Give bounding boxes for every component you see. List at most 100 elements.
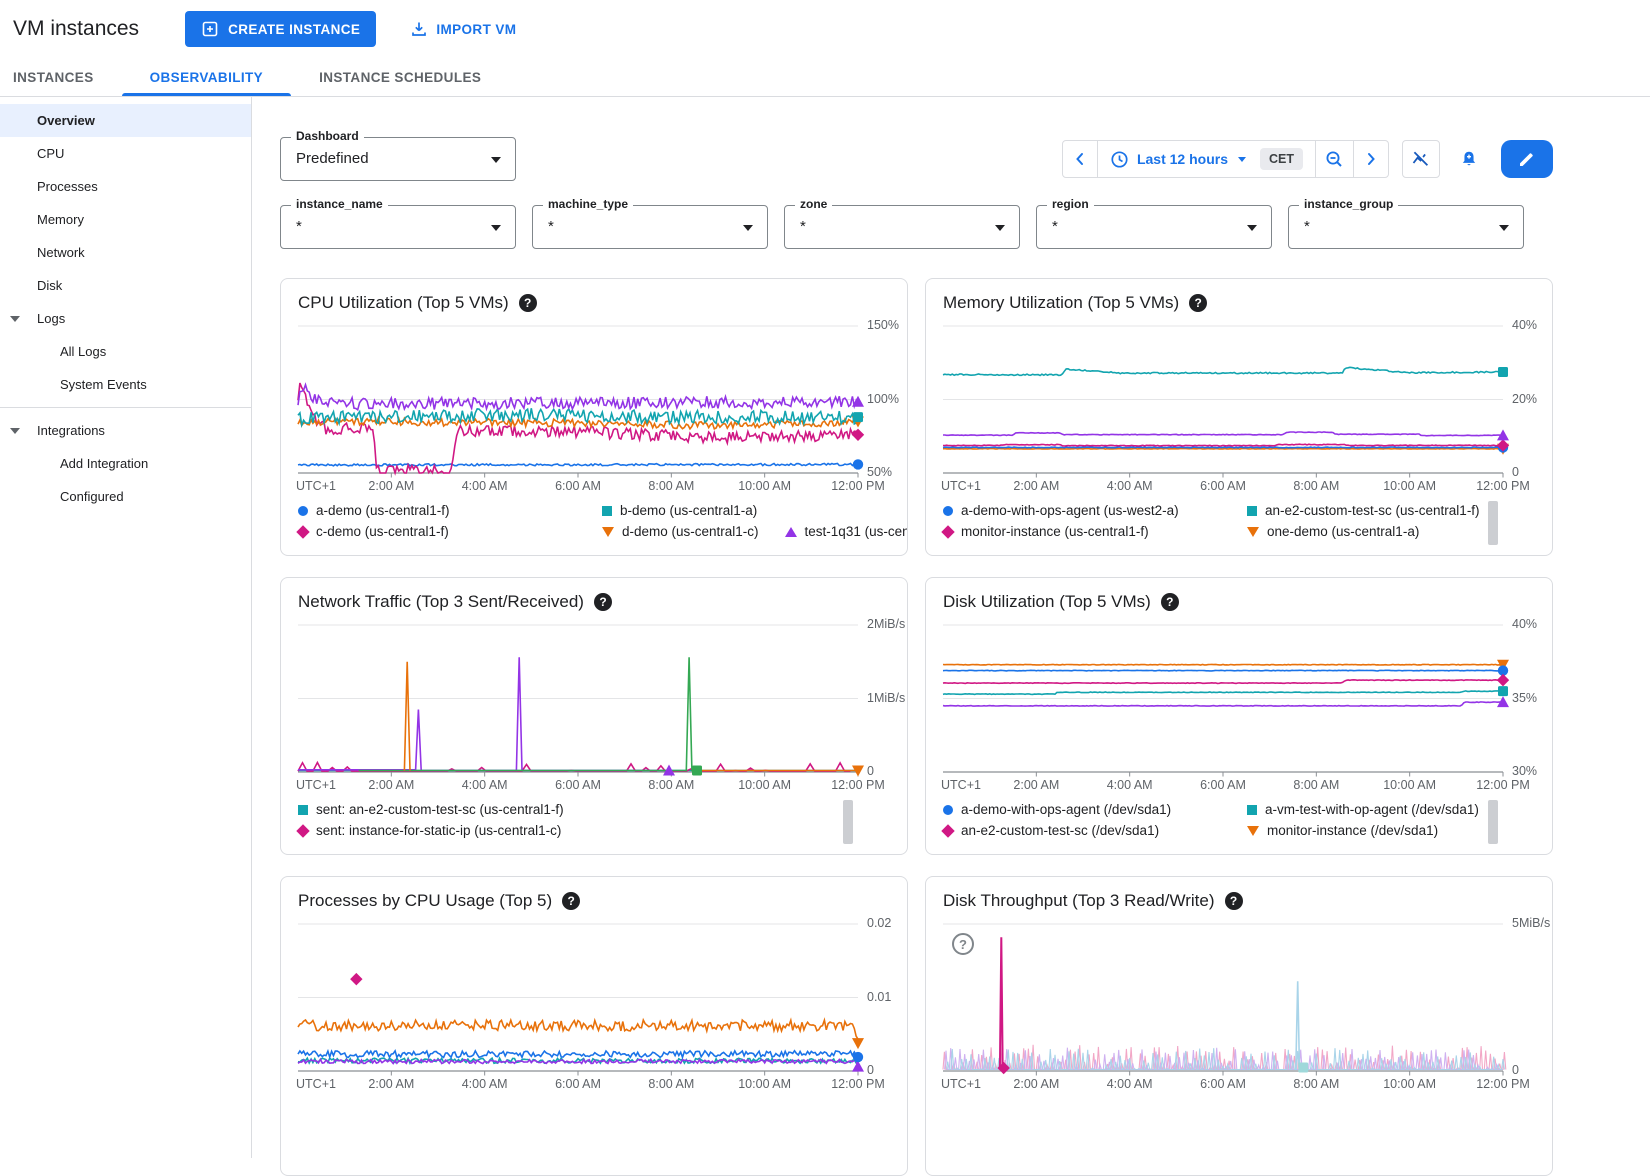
- sidebar-item-logs[interactable]: Logs: [0, 302, 251, 335]
- sidebar-item-overview[interactable]: Overview: [0, 104, 251, 137]
- plot-svg[interactable]: [941, 618, 1519, 782]
- help-icon[interactable]: ?: [562, 892, 580, 910]
- y-axis-label: 0: [867, 764, 874, 778]
- legend-item[interactable]: a-demo-with-ops-agent (us-west2-a): [943, 503, 1221, 518]
- filter-select-region[interactable]: region*: [1036, 205, 1272, 249]
- sidebar-item-label: Processes: [37, 179, 98, 194]
- tab-instance-schedules[interactable]: INSTANCE SCHEDULES: [291, 58, 509, 96]
- chart-title: Memory Utilization (Top 5 VMs): [943, 293, 1179, 313]
- time-range-button[interactable]: Last 12 hours CET: [1098, 141, 1316, 177]
- plot-svg[interactable]: [941, 917, 1519, 1081]
- sidebar-item-network[interactable]: Network: [0, 236, 251, 269]
- triangle-up-marker-icon: [852, 1061, 864, 1072]
- import-vm-button[interactable]: IMPORT VM: [404, 19, 522, 39]
- help-icon[interactable]: ?: [519, 294, 537, 312]
- legend-item[interactable]: sent: instance-for-static-ip (us-central…: [298, 823, 576, 838]
- legend-item[interactable]: monitor-instance (us-central1-f): [943, 524, 1221, 539]
- x-axis-label: 8:00 AM: [1274, 778, 1358, 792]
- legend-scrollbar[interactable]: [1488, 501, 1498, 545]
- legend-label: an-e2-custom-test-sc (us-central1-f): [1265, 503, 1480, 518]
- dashboard-select[interactable]: Dashboard Predefined: [280, 137, 516, 181]
- x-axis-label: 10:00 AM: [723, 778, 807, 792]
- chevron-down-icon: [10, 428, 20, 434]
- help-icon[interactable]: ?: [1189, 294, 1207, 312]
- plot-svg[interactable]: [296, 319, 874, 483]
- help-icon[interactable]: ?: [594, 593, 612, 611]
- sidebar-item-configured[interactable]: Configured: [0, 480, 251, 513]
- chart-off-icon: [1411, 149, 1431, 169]
- plot-svg[interactable]: [296, 618, 874, 782]
- create-instance-button[interactable]: CREATE INSTANCE: [185, 11, 376, 47]
- add-alert-button[interactable]: [1453, 140, 1485, 178]
- page-title: VM instances: [13, 17, 139, 41]
- diamond-marker-icon: [350, 973, 362, 985]
- legend-item[interactable]: b-demo (us-central1-a): [602, 503, 757, 518]
- plot-svg[interactable]: [941, 319, 1519, 483]
- y-axis-label: 100%: [867, 392, 899, 406]
- sidebar-item-integrations[interactable]: Integrations: [0, 414, 251, 447]
- sidebar-item-disk[interactable]: Disk: [0, 269, 251, 302]
- legend-scrollbar[interactable]: [1488, 800, 1498, 844]
- time-back-button[interactable]: [1063, 141, 1098, 177]
- square-marker-icon: [1298, 1062, 1308, 1072]
- legend-item[interactable]: a-demo (us-central1-f): [298, 503, 576, 518]
- tab-observability[interactable]: OBSERVABILITY: [122, 58, 291, 96]
- zoom-out-icon: [1325, 150, 1344, 169]
- legend-item[interactable]: d-demo (us-central1-c): [602, 524, 759, 539]
- zoom-out-button[interactable]: [1316, 141, 1354, 177]
- y-axis-label: 50%: [867, 465, 892, 479]
- chevron-down-icon: [995, 225, 1005, 231]
- filter-select-zone[interactable]: zone*: [784, 205, 1020, 249]
- filter-select-machine-type[interactable]: machine_type*: [532, 205, 768, 249]
- sidebar-item-system-events[interactable]: System Events: [0, 368, 251, 401]
- x-axis-label: 2:00 AM: [994, 1077, 1078, 1091]
- x-axis-labels: UTC+12:00 AM4:00 AM6:00 AM8:00 AM10:00 A…: [941, 479, 1519, 495]
- legend-item[interactable]: an-e2-custom-test-sc (us-central1-f): [1247, 503, 1480, 518]
- legend-item[interactable]: c-demo (us-central1-f): [298, 524, 576, 539]
- legend-item[interactable]: an-e2-custom-test-sc (/dev/sda1): [943, 823, 1221, 838]
- sidebar-item-memory[interactable]: Memory: [0, 203, 251, 236]
- filter-value: *: [800, 206, 806, 248]
- legend-item[interactable]: test-1q31 (us-central1-a): [785, 524, 908, 539]
- triangle-down-marker-icon: [1247, 826, 1259, 836]
- legend-item[interactable]: a-vm-test-with-op-agent (/dev/sda1): [1247, 802, 1479, 817]
- sidebar-item-cpu[interactable]: CPU: [0, 137, 251, 170]
- legend-item[interactable]: one-demo (us-central1-a): [1247, 524, 1419, 539]
- sidebar-item-label: Add Integration: [60, 456, 148, 471]
- chart-legend: a-demo (us-central1-f) b-demo (us-central…: [298, 503, 867, 545]
- sidebar-item-all-logs[interactable]: All Logs: [0, 335, 251, 368]
- sidebar-item-processes[interactable]: Processes: [0, 170, 251, 203]
- legend-scrollbar[interactable]: [843, 800, 853, 844]
- filter-select-instance-name[interactable]: instance_name*: [280, 205, 516, 249]
- sidebar-item-add-integration[interactable]: Add Integration: [0, 447, 251, 480]
- legend-item[interactable]: a-demo-with-ops-agent (/dev/sda1): [943, 802, 1221, 817]
- chart-card-disk-utilization-top-5-vms: Disk Utilization (Top 5 VMs)?40%35%30%UT…: [925, 577, 1553, 855]
- chart-title: Disk Throughput (Top 3 Read/Write): [943, 891, 1215, 911]
- y-axis-label: 2MiB/s: [867, 617, 905, 631]
- sidebar-item-label: Logs: [37, 311, 65, 326]
- circle-marker-icon: [298, 506, 308, 516]
- help-outline-icon[interactable]: ?: [952, 933, 974, 955]
- help-icon[interactable]: ?: [1225, 892, 1243, 910]
- diamond-marker-icon: [941, 525, 954, 538]
- legend-item[interactable]: monitor-instance (/dev/sda1): [1247, 823, 1438, 838]
- plot-svg[interactable]: [296, 917, 874, 1081]
- legend-label: a-demo-with-ops-agent (us-west2-a): [961, 503, 1179, 518]
- sidebar-item-label: System Events: [60, 377, 147, 392]
- square-marker-icon: [692, 766, 702, 776]
- tab-instances[interactable]: INSTANCES: [13, 58, 122, 96]
- edit-dashboard-button[interactable]: [1501, 140, 1553, 178]
- diamond-marker-icon: [852, 429, 864, 441]
- legend-item[interactable]: sent: an-e2-custom-test-sc (us-central1-…: [298, 802, 576, 817]
- chart-legend: a-demo-with-ops-agent (/dev/sda1) a-vm-te…: [943, 802, 1512, 844]
- chart-visibility-toggle-button[interactable]: [1402, 140, 1440, 178]
- chevron-down-icon: [1238, 157, 1246, 162]
- filter-select-instance-group[interactable]: instance_group*: [1288, 205, 1524, 249]
- clock-icon: [1110, 150, 1129, 169]
- bell-plus-icon: [1459, 148, 1479, 170]
- y-axis-label: 150%: [867, 318, 899, 332]
- tab-bar: INSTANCESOBSERVABILITYINSTANCE SCHEDULES: [0, 58, 1650, 97]
- time-forward-button[interactable]: [1354, 141, 1388, 177]
- x-axis-label: 4:00 AM: [443, 1077, 527, 1091]
- help-icon[interactable]: ?: [1161, 593, 1179, 611]
